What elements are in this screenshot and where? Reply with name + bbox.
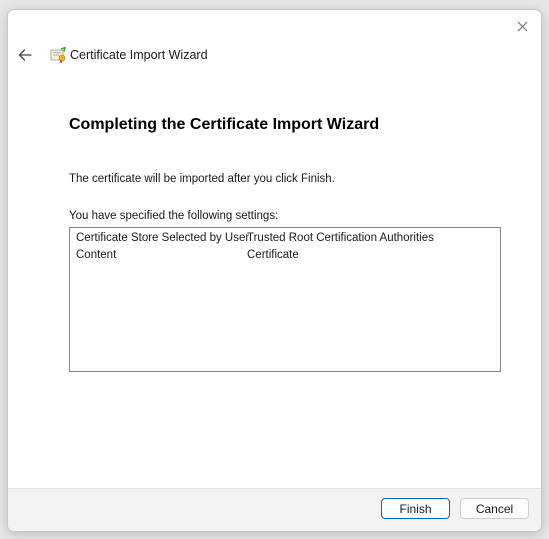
back-arrow-icon [18,49,32,61]
finish-description: The certificate will be imported after y… [69,173,335,185]
settings-label: You have specified the following setting… [69,210,279,222]
wizard-window: Certificate Import Wizard Completing the… [7,9,542,532]
setting-value: Certificate [247,249,299,261]
setting-key: Content [76,249,117,261]
page-heading: Completing the Certificate Import Wizard [69,116,380,133]
setting-value: Trusted Root Certification Authorities [247,232,434,244]
titlebar: Certificate Import Wizard [8,40,208,70]
settings-list[interactable]: Certificate Store Selected by User Trust… [69,227,501,372]
finish-button[interactable]: Finish [381,498,450,519]
cancel-button[interactable]: Cancel [460,498,529,519]
settings-row: Certificate Store Selected by User Trust… [70,230,500,247]
settings-row: Content Certificate [70,247,500,264]
setting-key: Certificate Store Selected by User [76,232,250,244]
close-button[interactable] [509,14,535,38]
window-title: Certificate Import Wizard [70,48,208,62]
footer: Finish Cancel [8,488,541,531]
back-button[interactable] [14,44,36,66]
certificate-icon [49,46,67,64]
close-icon [517,21,527,31]
